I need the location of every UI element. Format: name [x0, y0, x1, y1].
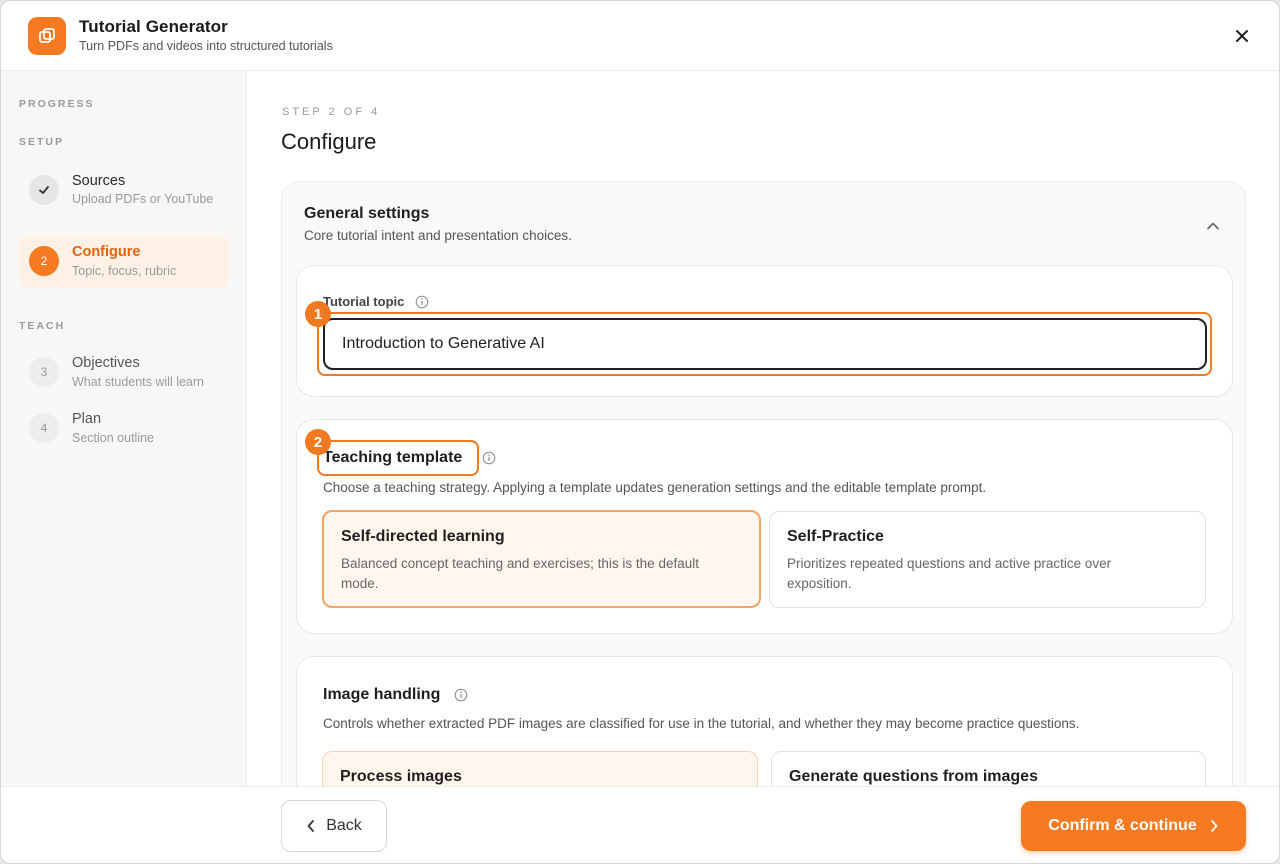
- chevron-up-icon: [1207, 222, 1219, 230]
- tutorial-topic-card: Tutorial topic 1: [296, 265, 1233, 397]
- template-option-self-practice[interactable]: Self-Practice Prioritizes repeated quest…: [769, 511, 1206, 608]
- progress-heading: PROGRESS: [19, 98, 95, 110]
- image-handling-card: Image handling Controls whether extracte…: [296, 656, 1233, 787]
- check-icon: [39, 186, 49, 194]
- general-settings-panel: General settings Core tutorial intent an…: [281, 181, 1246, 787]
- step-description: Topic, focus, rubric: [72, 264, 177, 278]
- image-option-generate-questions[interactable]: Generate questions from images: [771, 751, 1206, 787]
- topic-label: Tutorial topic: [323, 294, 405, 309]
- step-number: 4: [29, 413, 59, 443]
- sidebar-step-configure[interactable]: 2 Configure Topic, focus, rubric: [19, 236, 229, 288]
- annotation-badge: 2: [305, 429, 331, 455]
- teach-heading: TEACH: [19, 320, 66, 332]
- footer: Back Confirm & continue: [1, 786, 1279, 863]
- app-logo-icon: [28, 17, 66, 55]
- sidebar-step-sources[interactable]: Sources Upload PDFs or YouTube: [19, 165, 229, 227]
- sidebar-step-objectives[interactable]: 3 Objectives What students will learn: [19, 347, 229, 397]
- step-description: What students will learn: [72, 375, 205, 389]
- template-option-self-directed[interactable]: Self-directed learning Balanced concept …: [322, 510, 761, 608]
- step-label: Sources: [72, 173, 126, 189]
- teaching-template-card: Teaching template 2 Choose a teaching st…: [296, 419, 1233, 634]
- info-icon[interactable]: [454, 688, 468, 702]
- info-icon[interactable]: [415, 295, 429, 309]
- option-description: Prioritizes repeated questions and activ…: [787, 556, 1112, 591]
- image-handling-title: Image handling: [323, 686, 441, 703]
- option-description: Balanced concept teaching and exercises;…: [341, 556, 699, 591]
- step-done-marker: [29, 175, 59, 205]
- close-icon: [1236, 30, 1248, 42]
- step-kicker: STEP 2 OF 4: [282, 106, 381, 118]
- step-description: Section outline: [72, 431, 155, 445]
- sidebar: PROGRESS SETUP Sources Upload PDFs or Yo…: [1, 71, 247, 787]
- header: Tutorial Generator Turn PDFs and videos …: [1, 1, 1279, 71]
- chevron-right-icon: [1210, 820, 1218, 832]
- setup-heading: SETUP: [19, 136, 65, 148]
- main-content: STEP 2 OF 4 Configure General settings C…: [248, 71, 1279, 787]
- page-title: Configure: [281, 129, 377, 154]
- sidebar-step-plan[interactable]: 4 Plan Section outline: [19, 403, 229, 453]
- app-subtitle: Turn PDFs and videos into structured tut…: [79, 39, 333, 53]
- option-title: Process images: [340, 768, 462, 785]
- back-label: Back: [326, 817, 362, 834]
- template-title: Teaching template: [323, 449, 463, 466]
- close-button[interactable]: [1227, 21, 1257, 51]
- step-label: Objectives: [72, 355, 140, 371]
- option-title: Self-Practice: [787, 528, 884, 545]
- collapse-button[interactable]: [1201, 214, 1225, 238]
- annotation-badge: 1: [305, 301, 331, 327]
- step-label: Plan: [72, 411, 102, 427]
- step-number: 2: [29, 246, 59, 276]
- option-title: Self-directed learning: [341, 528, 505, 545]
- template-description: Choose a teaching strategy. Applying a t…: [323, 480, 987, 495]
- tutorial-generator-window: Tutorial Generator Turn PDFs and videos …: [0, 0, 1280, 864]
- step-label: Configure: [72, 244, 141, 260]
- confirm-continue-button[interactable]: Confirm & continue: [1021, 801, 1246, 851]
- step-description: Upload PDFs or YouTube: [72, 192, 214, 206]
- back-button[interactable]: Back: [281, 800, 387, 852]
- image-handling-description: Controls whether extracted PDF images ar…: [323, 716, 1080, 731]
- chevron-left-icon: [307, 820, 315, 832]
- image-option-process-images[interactable]: Process images: [322, 751, 758, 787]
- panel-title: General settings: [304, 205, 430, 222]
- info-icon[interactable]: [482, 451, 496, 465]
- panel-description: Core tutorial intent and presentation ch…: [304, 228, 572, 243]
- step-number: 3: [29, 357, 59, 387]
- option-title: Generate questions from images: [789, 768, 1038, 785]
- confirm-label: Confirm & continue: [1048, 817, 1197, 834]
- app-title: Tutorial Generator: [79, 17, 228, 36]
- tutorial-topic-input[interactable]: [323, 318, 1207, 370]
